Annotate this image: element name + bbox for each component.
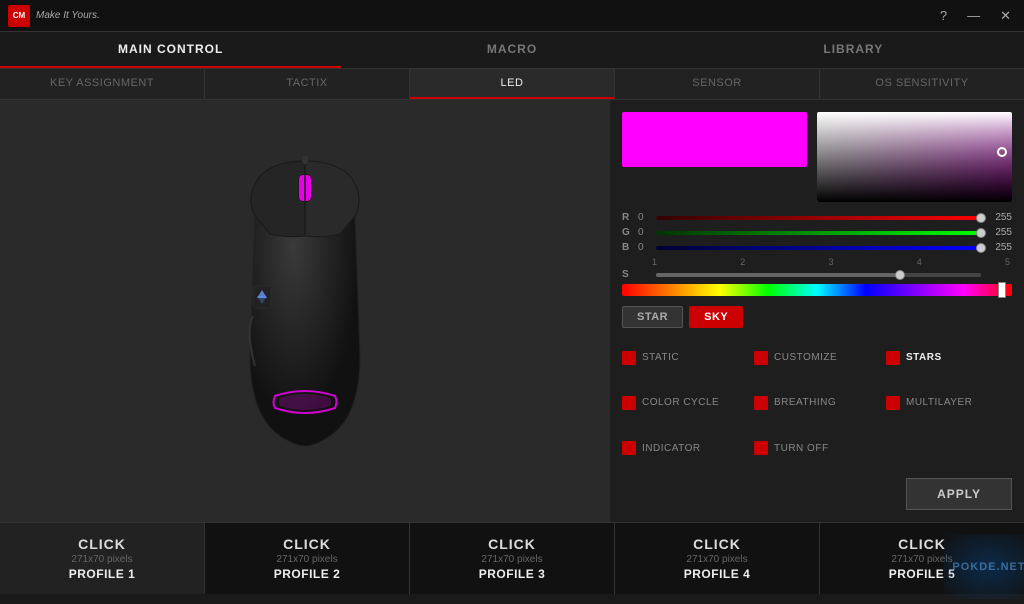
breathing-dot <box>754 396 768 410</box>
led-effect-multilayer[interactable]: MULTILAYER <box>886 383 1012 422</box>
s-marks: 12345 <box>650 257 1012 267</box>
customize-label: CUSTOMIZE <box>774 352 837 363</box>
color-preview <box>622 112 807 167</box>
led-effect-stars[interactable]: STARS <box>886 338 1012 377</box>
profile-3-click: CLICK <box>488 536 536 552</box>
mouse-display-area <box>0 100 610 522</box>
color-gradient-picker[interactable] <box>817 112 1012 202</box>
main-tabs: MAIN CONTROL MACRO LIBRARY <box>0 32 1024 69</box>
blue-value: 255 <box>987 242 1012 253</box>
static-label: STATIC <box>642 352 679 363</box>
apply-button[interactable]: APPLY <box>906 478 1012 510</box>
profile-bar: CLICK 271x70 pixels PROFILE 1 CLICK 271x… <box>0 522 1024 594</box>
red-slider[interactable] <box>656 216 981 220</box>
logo-icon: CM <box>8 5 30 27</box>
color-cycle-label: COLOR CYCLE <box>642 397 719 408</box>
profile-2-item[interactable]: CLICK 271x70 pixels PROFILE 2 <box>205 523 410 594</box>
content-area: R 0 255 G 0 255 B 0 <box>0 100 1024 522</box>
right-panel: R 0 255 G 0 255 B 0 <box>610 100 1024 522</box>
tab-macro[interactable]: MACRO <box>341 32 682 68</box>
color-sliders: R 0 255 G 0 255 B 0 <box>622 212 1012 296</box>
spectrum-cursor <box>998 282 1006 298</box>
blue-label: B <box>622 242 632 253</box>
profile-5-name: PROFILE 5 <box>889 567 956 581</box>
led-effect-customize[interactable]: CUSTOMIZE <box>754 338 880 377</box>
apply-section: APPLY <box>622 478 1012 510</box>
s-label: S <box>622 269 632 280</box>
multilayer-label: MULTILAYER <box>906 397 972 408</box>
led-effect-color-cycle[interactable]: COLOR CYCLE <box>622 383 748 422</box>
s-slider-row: S <box>622 269 1012 280</box>
profile-2-name: PROFILE 2 <box>274 567 341 581</box>
sky-mode-button[interactable]: SKY <box>689 306 743 328</box>
green-slider[interactable] <box>656 231 981 235</box>
profile-2-pixels: 271x70 pixels <box>276 554 337 565</box>
window-controls: ? — ✕ <box>935 6 1016 26</box>
stars-dot <box>886 351 900 365</box>
s-slider[interactable] <box>656 273 981 277</box>
spectrum-bar[interactable] <box>622 284 1012 296</box>
red-label: R <box>622 212 632 223</box>
green-slider-row: G 0 255 <box>622 227 1012 238</box>
led-effects-grid: STATIC CUSTOMIZE STARS COLOR CYCLE BREAT… <box>622 338 1012 468</box>
turn-off-dot <box>754 441 768 455</box>
tab-library[interactable]: LIBRARY <box>683 32 1024 68</box>
profile-3-item[interactable]: CLICK 271x70 pixels PROFILE 3 <box>410 523 615 594</box>
blue-slider[interactable] <box>656 246 981 250</box>
static-dot <box>622 351 636 365</box>
red-value: 255 <box>987 212 1012 223</box>
mouse-image <box>190 156 420 466</box>
multilayer-dot <box>886 396 900 410</box>
profile-4-item[interactable]: CLICK 271x70 pixels PROFILE 4 <box>615 523 820 594</box>
close-button[interactable]: ✕ <box>995 6 1016 26</box>
profile-1-pixels: 271x70 pixels <box>71 554 132 565</box>
subtab-led[interactable]: LED <box>410 69 615 99</box>
green-label: G <box>622 227 632 238</box>
logo-tagline: Make It Yours. <box>36 10 100 21</box>
profile-3-name: PROFILE 3 <box>479 567 546 581</box>
profile-4-click: CLICK <box>693 536 741 552</box>
titlebar: CM Make It Yours. ? — ✕ <box>0 0 1024 32</box>
turn-off-label: TURN OFF <box>774 443 829 454</box>
profile-5-item[interactable]: CLICK 271x70 pixels PROFILE 5 POKDE.NET <box>820 523 1024 594</box>
indicator-label: INDICATOR <box>642 443 701 454</box>
led-effect-static[interactable]: STATIC <box>622 338 748 377</box>
customize-dot <box>754 351 768 365</box>
mode-buttons: STAR SKY <box>622 306 1012 328</box>
tab-main-control[interactable]: MAIN CONTROL <box>0 32 341 68</box>
green-value: 255 <box>987 227 1012 238</box>
profile-4-name: PROFILE 4 <box>684 567 751 581</box>
breathing-label: BREATHING <box>774 397 836 408</box>
stars-label: STARS <box>906 352 942 363</box>
star-mode-button[interactable]: STAR <box>622 306 683 328</box>
led-effect-breathing[interactable]: BREATHING <box>754 383 880 422</box>
subtab-os-sensitivity[interactable]: OS SENSITIVITY <box>820 69 1024 99</box>
profile-2-click: CLICK <box>283 536 331 552</box>
subtab-sensor[interactable]: SENSOR <box>615 69 820 99</box>
blue-slider-row: B 0 255 <box>622 242 1012 253</box>
color-cycle-dot <box>622 396 636 410</box>
minimize-button[interactable]: — <box>962 6 985 25</box>
sub-tabs: KEY ASSIGNMENT TactiX LED SENSOR OS SENS… <box>0 69 1024 100</box>
red-slider-row: R 0 255 <box>622 212 1012 223</box>
led-effect-turn-off[interactable]: TURN OFF <box>754 429 880 468</box>
profile-5-pixels: 271x70 pixels <box>891 554 952 565</box>
profile-3-pixels: 271x70 pixels <box>481 554 542 565</box>
profile-1-click: CLICK <box>78 536 126 552</box>
profile-4-pixels: 271x70 pixels <box>686 554 747 565</box>
help-button[interactable]: ? <box>935 6 952 25</box>
color-top-section <box>622 112 1012 202</box>
profile-1-item[interactable]: CLICK 271x70 pixels PROFILE 1 <box>0 523 205 594</box>
subtab-key-assignment[interactable]: KEY ASSIGNMENT <box>0 69 205 99</box>
indicator-dot <box>622 441 636 455</box>
app-logo: CM Make It Yours. <box>8 5 100 27</box>
led-effect-indicator[interactable]: INDICATOR <box>622 429 748 468</box>
gradient-cursor <box>997 147 1007 157</box>
profile-5-click: CLICK <box>898 536 946 552</box>
subtab-tactix[interactable]: TactiX <box>205 69 410 99</box>
profile-1-name: PROFILE 1 <box>69 567 136 581</box>
